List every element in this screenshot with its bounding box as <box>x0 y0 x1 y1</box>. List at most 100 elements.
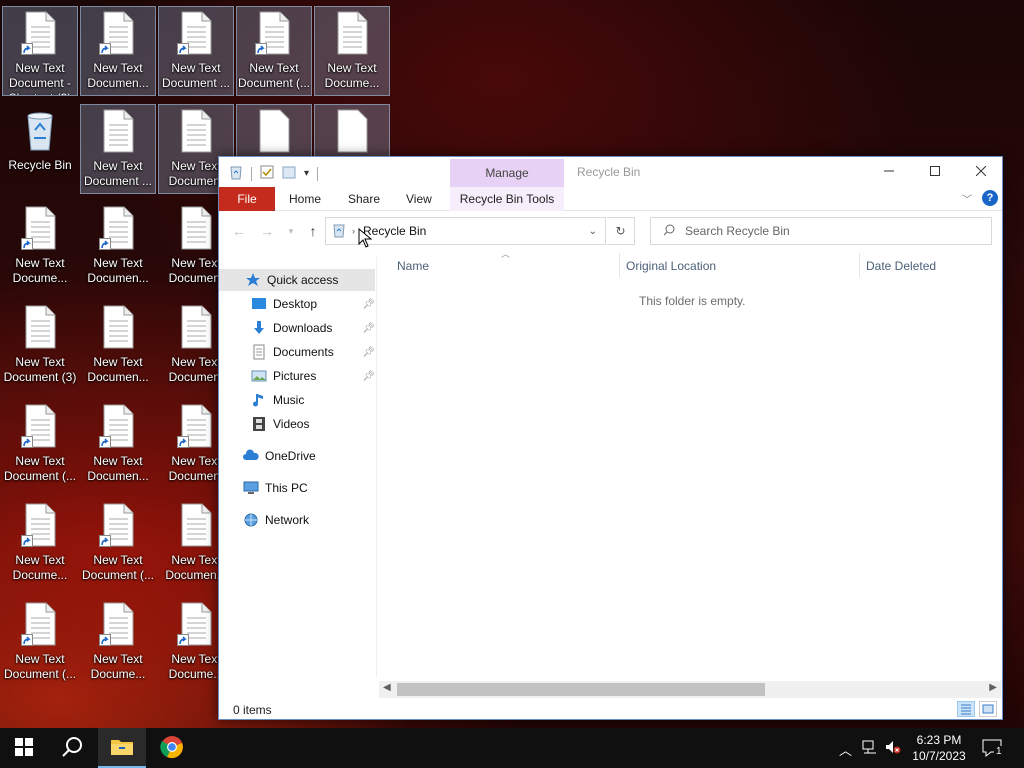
chrome-icon <box>160 735 184 762</box>
title-bar[interactable]: ▾ Manage Recycle Bin <box>219 157 1002 187</box>
column-header-name[interactable]: Name <box>397 259 429 273</box>
nav-pictures[interactable]: Pictures 📌︎ <box>219 365 375 387</box>
network-icon <box>243 512 259 528</box>
text-document-icon <box>99 11 135 55</box>
cloud-icon <box>243 448 259 464</box>
nav-onedrive[interactable]: OneDrive <box>219 445 375 467</box>
column-separator[interactable] <box>859 253 860 277</box>
customize-toolbar-icon[interactable]: ▾ <box>304 168 309 179</box>
details-view-button[interactable] <box>957 701 975 717</box>
column-header-date-deleted[interactable]: Date Deleted <box>866 259 936 273</box>
desktop-icon-text-document[interactable]: New Text Document (... <box>2 400 78 490</box>
column-separator[interactable] <box>619 253 620 277</box>
pin-icon: 📌︎ <box>362 370 375 382</box>
tab-view[interactable]: View <box>392 187 446 211</box>
desktop-icon-text-document[interactable]: New Text Documen... <box>80 301 156 391</box>
nav-label: Desktop <box>273 297 318 311</box>
refresh-button[interactable]: ↻ <box>607 217 635 245</box>
show-hidden-icons-chevron-icon[interactable]: ︿ <box>839 740 852 759</box>
breadcrumb-recycle-bin[interactable]: Recycle Bin <box>363 224 426 238</box>
volume-muted-icon[interactable] <box>885 740 901 757</box>
nav-label: Network <box>265 513 310 527</box>
system-clock[interactable]: 6:23 PM 10/7/2023 <box>904 732 974 764</box>
help-icon[interactable]: ? <box>982 190 998 206</box>
network-tray-icon[interactable] <box>862 740 878 757</box>
icon-label: New Text Documen... <box>87 61 149 90</box>
breadcrumb-chevron-icon[interactable]: › <box>352 226 355 236</box>
shortcut-arrow-icon <box>99 535 111 547</box>
desktop-icon-text-document[interactable]: New Text Docume... <box>314 6 390 96</box>
text-document-icon <box>255 11 291 55</box>
tab-home[interactable]: Home <box>275 187 335 211</box>
scroll-right-arrow-icon[interactable]: ▶ <box>989 682 997 693</box>
tab-file[interactable]: File <box>219 187 275 211</box>
navigation-pane: Quick access Desktop 📌︎ Downloads 📌︎ Doc… <box>219 257 377 677</box>
search-icon <box>61 736 83 761</box>
desktop-icon-text-document[interactable]: New Text Document (... <box>2 598 78 688</box>
toolbar-separator <box>251 166 252 181</box>
pane-divider[interactable] <box>376 257 377 677</box>
nav-documents[interactable]: Documents 📌︎ <box>219 341 375 363</box>
start-button[interactable] <box>0 728 48 768</box>
desktop-icon-text-document[interactable]: New Text Document (... <box>236 6 312 96</box>
nav-this-pc[interactable]: This PC <box>219 477 375 499</box>
desktop-icon-text-document[interactable]: New Text Documen... <box>80 6 156 96</box>
star-icon <box>245 272 261 288</box>
action-center-button[interactable]: 1 <box>980 736 1004 760</box>
tab-share[interactable]: Share <box>334 187 394 211</box>
pin-icon: 📌︎ <box>362 298 375 310</box>
desktop-icon-recycle-bin[interactable]: Recycle Bin <box>2 104 78 194</box>
properties-icon[interactable] <box>260 165 274 182</box>
shortcut-arrow-icon <box>21 634 33 646</box>
text-document-icon <box>335 11 369 55</box>
desktop-icon-shortcut-3[interactable]: New Text Document - Shortcut (3) <box>2 6 78 96</box>
forward-button[interactable]: → <box>257 221 277 241</box>
nav-label: OneDrive <box>265 449 316 463</box>
text-document-icon <box>177 11 213 55</box>
search-button[interactable] <box>48 728 96 768</box>
scroll-left-arrow-icon[interactable]: ◀ <box>383 682 391 693</box>
up-button[interactable]: ↑ <box>303 221 323 241</box>
shortcut-arrow-icon <box>255 43 267 55</box>
search-input[interactable] <box>685 224 975 238</box>
desktop-icon-text-document[interactable]: New Text Docume... <box>80 598 156 688</box>
nav-quick-access[interactable]: Quick access <box>219 269 375 291</box>
taskbar-file-explorer[interactable] <box>98 728 146 768</box>
large-icons-view-button[interactable] <box>979 701 997 717</box>
text-document-icon <box>99 206 135 250</box>
nav-music[interactable]: Music <box>219 389 375 411</box>
search-box[interactable] <box>650 217 992 245</box>
new-folder-icon[interactable] <box>282 165 296 182</box>
text-document-icon <box>21 206 57 250</box>
nav-desktop[interactable]: Desktop 📌︎ <box>219 293 375 315</box>
horizontal-scrollbar[interactable]: ◀ ▶ <box>379 681 1001 698</box>
nav-downloads[interactable]: Downloads 📌︎ <box>219 317 375 339</box>
icon-label: Recycle Bin <box>8 158 72 172</box>
desktop-icon-text-document[interactable]: New Text Document ... <box>80 104 156 194</box>
address-bar-row: ← → ▾ ↑ › Recycle Bin ⌄ ↻ <box>219 213 1002 249</box>
desktop-icon-text-document[interactable]: New Text Documen... <box>80 202 156 292</box>
recent-locations-chevron-icon[interactable]: ▾ <box>281 221 301 241</box>
close-button[interactable] <box>958 157 1004 185</box>
desktop-icon-text-document[interactable]: New Text Document (3) <box>2 301 78 391</box>
nav-network[interactable]: Network <box>219 509 375 531</box>
minimize-button[interactable] <box>866 157 912 185</box>
maximize-button[interactable] <box>912 157 958 185</box>
desktop-icon-text-document[interactable]: New Text Docume... <box>2 202 78 292</box>
icon-label: New Text Documen... <box>87 454 149 483</box>
taskbar-chrome[interactable] <box>148 728 196 768</box>
text-document-icon <box>99 404 135 448</box>
tab-manage[interactable]: Manage <box>450 159 564 187</box>
desktop-icon-text-document[interactable]: New Text Document (... <box>80 499 156 589</box>
column-header-original-location[interactable]: Original Location <box>626 259 716 273</box>
desktop-icon-text-document[interactable]: New Text Docume... <box>2 499 78 589</box>
expand-ribbon-chevron-icon[interactable]: ﹀ <box>962 191 972 206</box>
desktop-icon-text-document[interactable]: New Text Document ... <box>158 6 234 96</box>
nav-videos[interactable]: Videos <box>219 413 375 435</box>
empty-folder-message: This folder is empty. <box>639 294 746 308</box>
desktop-icon-text-document[interactable]: New Text Documen... <box>80 400 156 490</box>
scrollbar-thumb[interactable] <box>397 683 765 696</box>
back-button[interactable]: ← <box>229 221 249 241</box>
tab-recycle-bin-tools[interactable]: Recycle Bin Tools <box>450 187 564 211</box>
address-dropdown-chevron-icon[interactable]: ⌄ <box>589 226 597 237</box>
